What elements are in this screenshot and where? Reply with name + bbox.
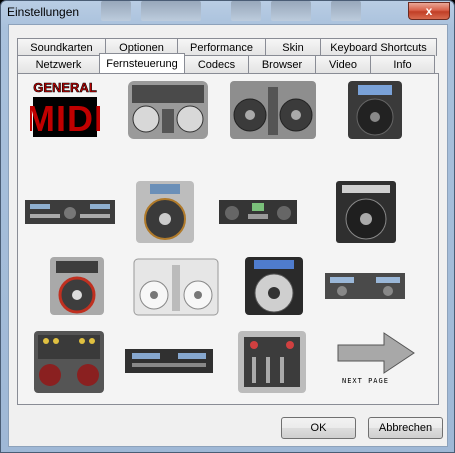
controller-hercules-rmx[interactable] bbox=[126, 79, 210, 141]
tab-video[interactable]: Video bbox=[315, 55, 371, 73]
general-midi-logo[interactable]: GENERAL MIDI bbox=[30, 79, 100, 141]
controller-pioneer-cdj[interactable] bbox=[134, 179, 196, 245]
tab-info[interactable]: Info bbox=[370, 55, 435, 73]
controller-rack-dual-3[interactable] bbox=[324, 272, 406, 300]
window-title: Einstellungen bbox=[7, 5, 80, 19]
controller-rack-dual-2[interactable] bbox=[218, 199, 298, 225]
controller-numark-cdx[interactable] bbox=[334, 179, 398, 245]
cancel-button[interactable]: Abbrechen bbox=[368, 417, 443, 439]
controller-allen-heath[interactable] bbox=[32, 329, 106, 395]
dialog-client-area: Soundkarten Optionen Performance Skin Ke… bbox=[8, 24, 448, 447]
controller-mixer-faders[interactable] bbox=[236, 329, 308, 395]
settings-window: Einstellungen x Soundkarten Optionen Per… bbox=[0, 0, 455, 453]
svg-text:GENERAL: GENERAL bbox=[33, 80, 97, 95]
svg-text:MIDI: MIDI bbox=[30, 98, 100, 139]
controller-vestax-red[interactable] bbox=[48, 255, 106, 317]
ok-button[interactable]: OK bbox=[281, 417, 356, 439]
controller-rack-dual-1[interactable] bbox=[24, 199, 116, 225]
tab-keyboard-shortcuts[interactable]: Keyboard Shortcuts bbox=[320, 38, 437, 56]
controller-denon-cd[interactable] bbox=[344, 79, 406, 141]
tab-soundkarten[interactable]: Soundkarten bbox=[17, 38, 106, 56]
tab-fernsteuerung[interactable]: Fernsteuerung bbox=[99, 53, 185, 73]
tab-row-top: Soundkarten Optionen Performance Skin Ke… bbox=[17, 38, 437, 56]
arrow-right-icon bbox=[337, 332, 415, 374]
tab-netzwerk[interactable]: Netzwerk bbox=[17, 55, 100, 73]
remote-control-panel: GENERAL MIDI NEXT PAGE bbox=[17, 73, 439, 405]
close-button[interactable]: x bbox=[408, 2, 450, 20]
next-page-label: NEXT PAGE bbox=[342, 377, 389, 385]
tab-performance[interactable]: Performance bbox=[177, 38, 266, 56]
controller-vestax-white[interactable] bbox=[132, 257, 220, 317]
tab-browser[interactable]: Browser bbox=[248, 55, 316, 73]
controller-rack-dual-4[interactable] bbox=[124, 348, 214, 374]
next-page-button[interactable]: NEXT PAGE bbox=[336, 331, 416, 391]
close-icon: x bbox=[425, 4, 433, 18]
controller-cdj-black[interactable] bbox=[242, 255, 306, 317]
tab-row-bottom: Netzwerk Fernsteuerung Codecs Browser Vi… bbox=[17, 53, 435, 73]
title-bar[interactable]: Einstellungen x bbox=[1, 1, 454, 23]
tab-codecs[interactable]: Codecs bbox=[184, 55, 249, 73]
tab-skin[interactable]: Skin bbox=[265, 38, 321, 56]
controller-numark-mixtrack[interactable] bbox=[228, 79, 318, 141]
